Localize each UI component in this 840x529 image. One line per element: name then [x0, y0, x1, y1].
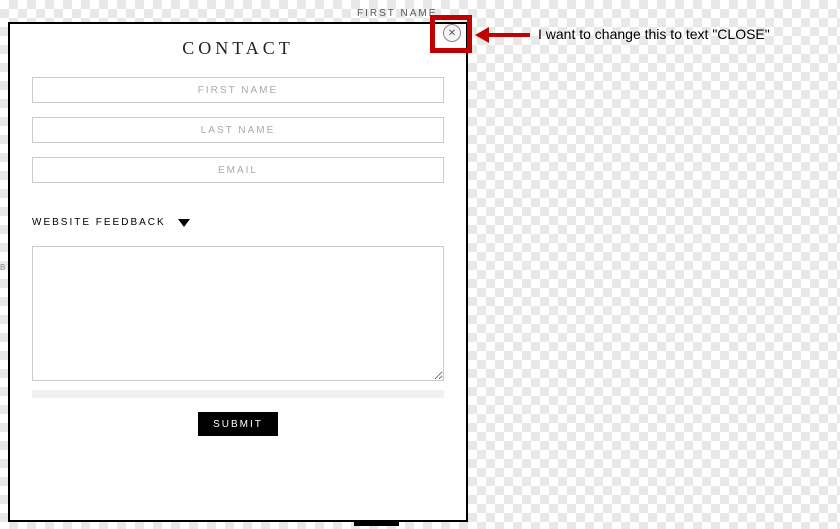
modal-title: CONTACT	[32, 38, 444, 59]
scrollbar-track	[32, 390, 444, 398]
chevron-down-icon	[178, 219, 190, 227]
arrow-line	[488, 33, 530, 37]
last-name-input[interactable]	[32, 117, 444, 143]
annotation-text: I want to change this to text "CLOSE"	[538, 26, 770, 42]
first-name-input[interactable]	[32, 77, 444, 103]
dropdown-selected-label: WEBSITE FEEDBACK	[32, 217, 166, 228]
contact-modal: CONTACT WEBSITE FEEDBACK SUBMIT	[8, 22, 468, 522]
side-marker: B	[0, 263, 5, 272]
background-field-label: FIRST NAME	[357, 8, 437, 19]
feedback-dropdown[interactable]: WEBSITE FEEDBACK	[32, 217, 444, 228]
arrow-head-icon	[475, 27, 489, 43]
email-input[interactable]	[32, 157, 444, 183]
close-button[interactable]: ✕	[443, 24, 461, 42]
close-icon: ✕	[448, 28, 456, 39]
submit-button[interactable]: SUBMIT	[198, 412, 278, 436]
annotation-arrow	[475, 30, 530, 40]
message-textarea[interactable]	[32, 246, 444, 381]
